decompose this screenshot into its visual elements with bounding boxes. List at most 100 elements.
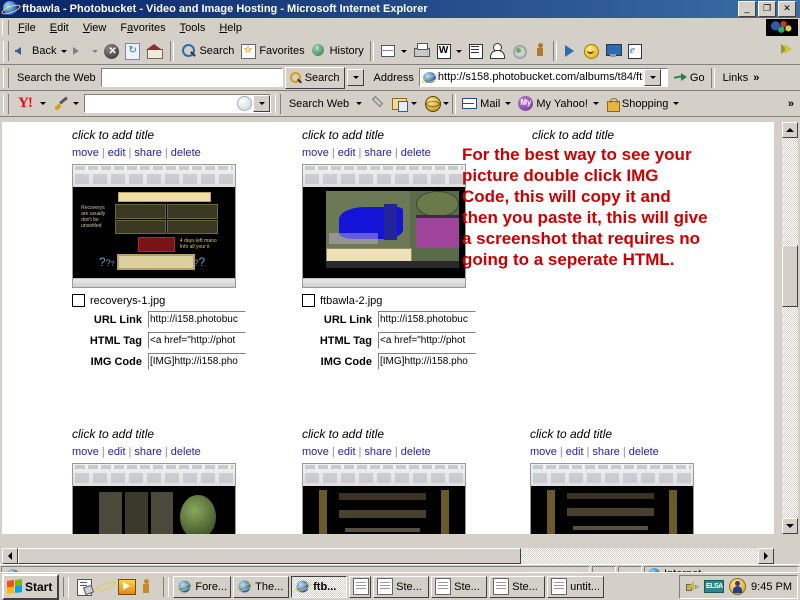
print-button[interactable] — [410, 41, 433, 61]
highlighter-icon[interactable] — [54, 95, 70, 111]
task-button[interactable]: Fore... — [173, 575, 232, 598]
photo-title-placeholder[interactable]: click to add title — [72, 427, 236, 441]
window-titlebar[interactable]: ftbawla - Photobucket - Video and Image … — [0, 0, 800, 18]
move-link[interactable]: move — [72, 147, 99, 159]
media-play-button[interactable] — [560, 41, 580, 61]
photo-thumbnail[interactable] — [530, 463, 694, 534]
home-button[interactable] — [143, 41, 167, 61]
media-player-icon[interactable] — [118, 578, 137, 595]
toolbar-grip[interactable] — [3, 41, 9, 61]
photo-title-placeholder[interactable]: click to add title — [532, 128, 614, 142]
scroll-up-button[interactable] — [782, 122, 798, 138]
yahoo-logo[interactable]: Y! — [12, 95, 38, 112]
scroll-down-button[interactable] — [782, 518, 798, 534]
word-dropdown-icon[interactable] — [455, 49, 462, 53]
search-button[interactable]: Search — [177, 41, 237, 61]
scroll-left-button[interactable] — [2, 548, 18, 564]
tasks-grip[interactable] — [163, 576, 170, 597]
share-link[interactable]: share — [592, 446, 620, 458]
searchbar-grip[interactable] — [3, 67, 9, 88]
smiley-button[interactable] — [580, 41, 602, 61]
forward-button[interactable] — [70, 41, 101, 61]
forward-dropdown-icon[interactable] — [92, 49, 99, 53]
discuss-button[interactable] — [465, 41, 486, 61]
menu-help[interactable]: Help — [212, 20, 249, 36]
delete-link[interactable]: delete — [401, 147, 431, 159]
edit-in-word-button[interactable]: W — [433, 41, 465, 61]
menu-edit[interactable]: Edit — [43, 20, 76, 36]
refresh-button[interactable]: ↻ — [122, 42, 143, 61]
my-yahoo-dropdown-icon[interactable] — [592, 102, 599, 105]
toolbar-overflow-icon[interactable] — [780, 41, 794, 59]
address-dropdown[interactable] — [643, 69, 661, 86]
share-link[interactable]: share — [134, 147, 162, 159]
minimize-button[interactable]: _ — [738, 1, 756, 17]
address-input-wrap[interactable] — [418, 68, 668, 87]
research-button[interactable] — [508, 41, 530, 61]
edit-link[interactable]: edit — [566, 446, 584, 458]
photo-title-placeholder[interactable]: click to add title — [72, 128, 246, 142]
move-link[interactable]: move — [302, 446, 329, 458]
taskbar-clock[interactable]: 9:45 PM — [751, 581, 792, 593]
yahoo-search-input[interactable] — [84, 96, 252, 111]
address-input[interactable] — [436, 70, 644, 85]
share-link[interactable]: share — [134, 446, 162, 458]
task-button[interactable]: Ste... — [373, 575, 430, 598]
shopping-dropdown-icon[interactable] — [673, 102, 680, 105]
vertical-scrollbar[interactable] — [782, 122, 798, 534]
my-yahoo-button[interactable]: My My Yahoo! — [515, 95, 591, 112]
task-button[interactable]: Ste... — [431, 575, 488, 598]
ie-icon[interactable] — [97, 578, 114, 595]
photo-thumbnail[interactable] — [302, 164, 466, 288]
yahoo-mail-button[interactable]: Mail — [459, 97, 503, 111]
yahoo-logo-dropdown-icon[interactable] — [39, 102, 46, 105]
horizontal-scroll-thumb[interactable] — [18, 548, 521, 564]
popup-blocker-dropdown-icon[interactable] — [411, 102, 418, 105]
links-label[interactable]: Links — [718, 72, 754, 84]
highlighter-dropdown-icon[interactable] — [72, 102, 79, 105]
back-button[interactable]: Back — [12, 41, 70, 61]
url-link-input[interactable]: http://i158.photobuc — [148, 311, 246, 328]
edit-link[interactable]: edit — [338, 446, 356, 458]
mail-button[interactable] — [377, 41, 410, 61]
photo-thumbnail[interactable] — [302, 463, 466, 534]
shopping-button[interactable]: Shopping — [603, 96, 672, 112]
scroll-right-button[interactable] — [758, 548, 774, 564]
monitor-button[interactable] — [602, 41, 624, 61]
url-link-input[interactable]: http://i158.photobuc — [378, 311, 476, 328]
html-tag-input[interactable]: <a href="http://phot — [148, 332, 246, 349]
edit-link[interactable]: edit — [108, 446, 126, 458]
edit-link[interactable]: edit — [108, 147, 126, 159]
maximize-button[interactable]: ❐ — [758, 1, 776, 17]
mail-dropdown-icon-2[interactable] — [505, 102, 512, 105]
move-link[interactable]: move — [530, 446, 557, 458]
menubar-grip[interactable] — [2, 20, 9, 35]
messenger-icon[interactable] — [139, 578, 156, 595]
html-tag-input[interactable]: <a href="http://phot — [378, 332, 476, 349]
task-button[interactable] — [349, 575, 372, 598]
photo-thumbnail[interactable]: Recoverys are usually don't be unsettled… — [72, 164, 236, 288]
yahoo-section-grip[interactable] — [274, 93, 281, 114]
task-button[interactable]: untit... — [547, 575, 605, 598]
delete-link[interactable]: delete — [171, 446, 201, 458]
volume-icon[interactable]: ▹ — [685, 580, 699, 593]
person-icon[interactable] — [729, 578, 747, 595]
anti-spy-globe-icon[interactable] — [425, 96, 442, 112]
messenger-button[interactable] — [486, 41, 508, 61]
web-search-dropdown[interactable] — [346, 69, 364, 86]
img-code-input[interactable]: [IMG]http://i158.pho — [378, 353, 476, 370]
menu-tools[interactable]: Tools — [173, 20, 213, 36]
delete-link[interactable]: delete — [629, 446, 659, 458]
task-button-active[interactable]: ftb... — [291, 575, 348, 598]
share-link[interactable]: share — [364, 147, 392, 159]
move-link[interactable]: move — [72, 446, 99, 458]
yahoo-search-web-label[interactable]: Search Web — [284, 98, 354, 110]
yahoo-search-dropdown[interactable] — [252, 95, 270, 112]
favorites-button[interactable]: ✮ Favorites — [237, 41, 307, 61]
web-search-input-wrap[interactable] — [100, 68, 283, 87]
yahoo-toolbar-grip[interactable] — [3, 93, 9, 114]
show-desktop-icon[interactable] — [76, 578, 95, 596]
task-button[interactable]: Ste... — [489, 575, 546, 598]
img-code-input[interactable]: [IMG]http://i158.pho — [148, 353, 246, 370]
share-link[interactable]: share — [364, 446, 392, 458]
